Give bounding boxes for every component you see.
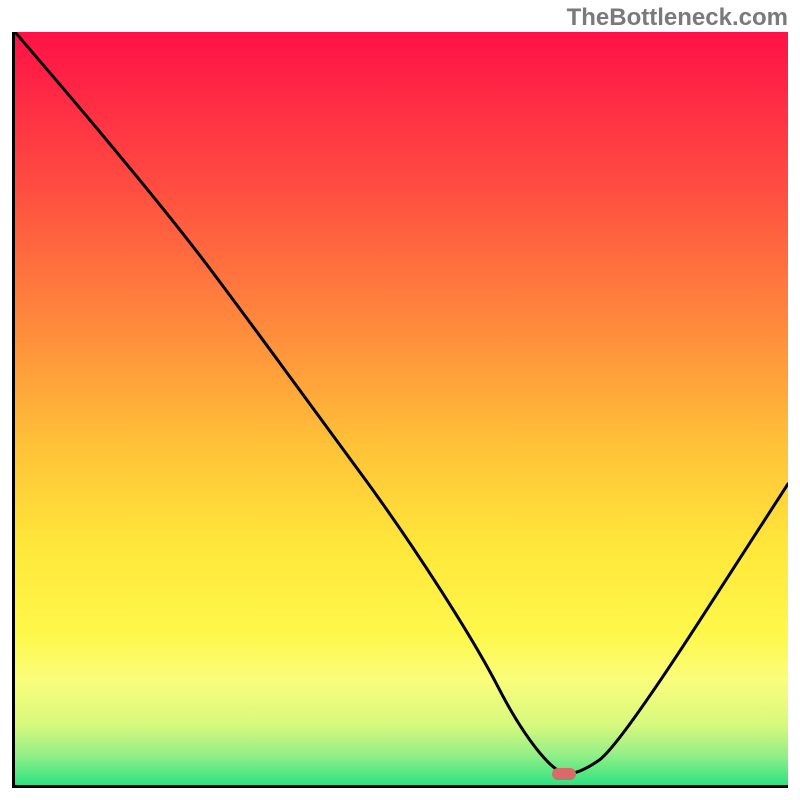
- plot-area: [12, 32, 788, 788]
- chart-curve: [15, 32, 788, 785]
- watermark-text: TheBottleneck.com: [567, 4, 788, 32]
- chart-container: TheBottleneck.com: [0, 0, 800, 800]
- highlight-marker: [552, 768, 576, 780]
